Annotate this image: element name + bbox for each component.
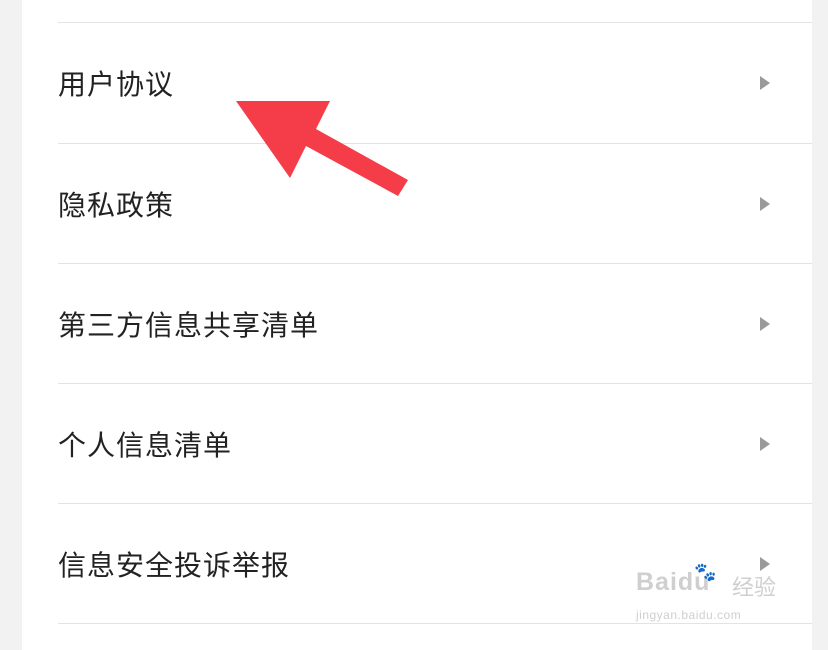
list-item-label: 个人信息清单 [58, 429, 233, 462]
list-item-user-agreement[interactable]: 用户协议 [22, 23, 812, 143]
chevron-right-icon [760, 557, 770, 571]
list-item-privacy-policy[interactable]: 隐私政策 [22, 144, 812, 264]
list-item-personal-info[interactable]: 个人信息清单 [22, 384, 812, 504]
list-item-label: 信息安全投诉举报 [58, 549, 291, 582]
chevron-right-icon [760, 197, 770, 211]
list-item-third-party-sharing[interactable]: 第三方信息共享清单 [22, 264, 812, 384]
list-item-label: 第三方信息共享清单 [58, 309, 320, 342]
settings-list: 用户协议 隐私政策 第三方信息共享清单 个人信息清单 信息安全投诉举报 [22, 0, 812, 650]
list-item-label: 隐私政策 [58, 189, 175, 222]
screen: 用户协议 隐私政策 第三方信息共享清单 个人信息清单 信息安全投诉举报 Baid… [0, 0, 828, 650]
chevron-right-icon [760, 317, 770, 331]
chevron-right-icon [760, 437, 770, 451]
list-item-label: 用户协议 [58, 68, 175, 101]
divider [58, 623, 812, 624]
list-item-security-report[interactable]: 信息安全投诉举报 [22, 504, 812, 624]
chevron-right-icon [760, 76, 770, 90]
